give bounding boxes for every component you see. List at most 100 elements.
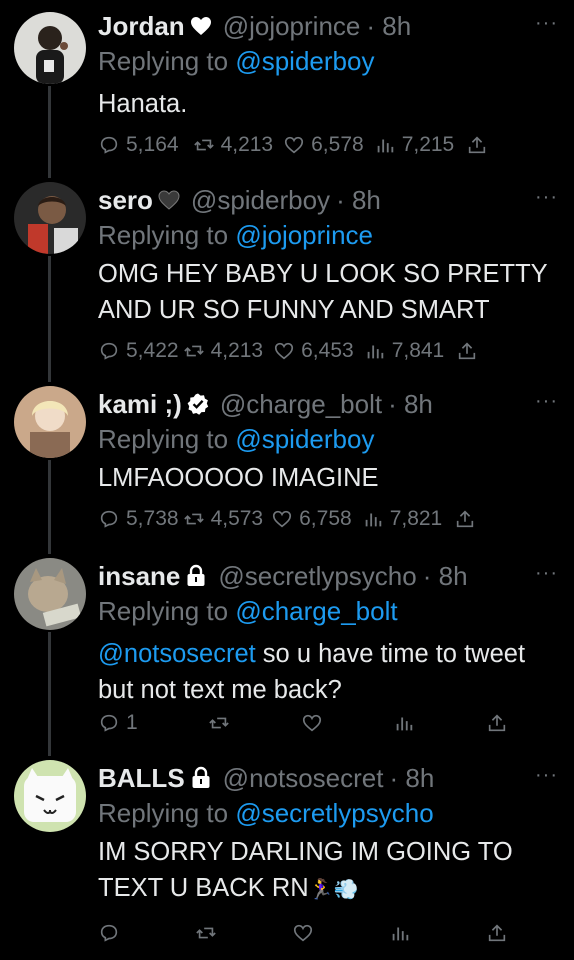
avatar[interactable] bbox=[14, 760, 86, 832]
replying-to: Replying to @spiderboy bbox=[98, 422, 564, 456]
share-button[interactable] bbox=[454, 508, 476, 530]
reply-mention-link[interactable]: @charge_bolt bbox=[235, 596, 397, 626]
tweet-text: @notsosecret so u have time to tweet but… bbox=[98, 636, 564, 708]
handle[interactable]: @secretlypsycho bbox=[218, 561, 416, 592]
views-button[interactable]: 7,841 bbox=[364, 339, 444, 363]
avatar[interactable] bbox=[14, 386, 86, 458]
views-icon bbox=[377, 139, 393, 153]
more-options-icon[interactable]: ··· bbox=[535, 764, 558, 787]
reply-icon bbox=[100, 924, 118, 942]
display-name[interactable]: BALLS bbox=[98, 763, 185, 794]
tweet-text: Hanata. bbox=[98, 90, 188, 118]
handle[interactable]: @charge_bolt bbox=[220, 389, 382, 420]
heart-icon bbox=[275, 342, 294, 360]
reply-count: 5,164 bbox=[126, 133, 179, 156]
reply-button[interactable] bbox=[98, 922, 120, 944]
views-button[interactable] bbox=[389, 922, 411, 944]
views-count: 7,215 bbox=[401, 133, 455, 156]
retweet-button[interactable]: 4,213 bbox=[193, 133, 273, 157]
avatar[interactable] bbox=[14, 558, 86, 630]
retweet-button[interactable]: 4,213 bbox=[183, 339, 264, 363]
retweet-icon bbox=[196, 927, 216, 939]
retweet-count: 4,573 bbox=[210, 507, 264, 530]
share-icon bbox=[488, 714, 506, 732]
display-name[interactable]: sero bbox=[98, 185, 153, 216]
reply-button[interactable]: 5,738 bbox=[98, 507, 179, 531]
display-name[interactable]: kami ;) bbox=[98, 389, 182, 420]
reply-icon bbox=[100, 136, 118, 154]
handle[interactable]: @notsosecret bbox=[223, 763, 384, 794]
replying-to-label: Replying to bbox=[98, 596, 229, 626]
more-options-icon[interactable]: ··· bbox=[535, 12, 558, 35]
reply-mention-link[interactable]: @secretlypsycho bbox=[235, 798, 433, 828]
timestamp[interactable]: · 8h bbox=[423, 561, 468, 592]
text-mention-link[interactable]: @notsosecret bbox=[98, 640, 256, 668]
replying-to-label: Replying to bbox=[98, 46, 229, 76]
avatar[interactable] bbox=[14, 12, 86, 84]
handle[interactable]: @jojoprince bbox=[223, 11, 361, 42]
tweet[interactable]: sero @spiderboy · 8h Replying to @jojopr… bbox=[0, 182, 574, 372]
timestamp[interactable]: · 8h bbox=[366, 11, 411, 42]
timestamp[interactable]: · 8h bbox=[388, 389, 433, 420]
tweet[interactable]: Jordan @jojoprince · 8h Replying to @spi… bbox=[0, 8, 574, 168]
share-icon bbox=[488, 924, 506, 942]
share-button[interactable] bbox=[486, 712, 508, 734]
views-icon bbox=[365, 513, 381, 527]
share-icon bbox=[457, 510, 474, 528]
reply-mention-link[interactable]: @jojoprince bbox=[235, 220, 373, 250]
tweet-text-body: IM SORRY DARLING IM GOING TO TEXT U BACK… bbox=[98, 838, 513, 902]
like-button[interactable]: 6,453 bbox=[273, 339, 354, 363]
like-button[interactable]: 6,758 bbox=[271, 507, 352, 531]
more-options-icon[interactable]: ··· bbox=[535, 562, 558, 585]
replying-to: Replying to @spiderboy bbox=[98, 44, 564, 78]
tweet[interactable]: BALLS @notsosecret · 8h Replying to @sec… bbox=[0, 760, 574, 954]
retweet-count: 4,213 bbox=[210, 339, 264, 362]
black-heart-icon bbox=[189, 14, 213, 38]
views-button[interactable]: 7,215 bbox=[374, 133, 455, 157]
more-options-icon[interactable]: ··· bbox=[535, 186, 558, 209]
views-button[interactable]: 7,821 bbox=[362, 507, 443, 531]
timestamp[interactable]: · 8h bbox=[336, 185, 381, 216]
avatar[interactable] bbox=[14, 182, 86, 254]
more-options-icon[interactable]: ··· bbox=[535, 390, 558, 413]
like-count: 6,758 bbox=[299, 507, 352, 530]
lock-icon bbox=[184, 564, 208, 588]
reply-mention-link[interactable]: @spiderboy bbox=[235, 46, 374, 76]
share-button[interactable] bbox=[456, 340, 478, 362]
views-icon bbox=[367, 345, 383, 359]
share-button[interactable] bbox=[486, 922, 508, 944]
views-button[interactable] bbox=[393, 712, 415, 734]
like-button[interactable]: 6,578 bbox=[283, 133, 364, 157]
share-button[interactable] bbox=[466, 134, 488, 156]
retweet-button[interactable] bbox=[208, 712, 230, 734]
tweet-text: IM SORRY DARLING IM GOING TO TEXT U BACK… bbox=[98, 834, 564, 908]
replying-to-label: Replying to bbox=[98, 424, 229, 454]
retweet-button[interactable] bbox=[195, 922, 217, 944]
reply-icon bbox=[100, 510, 118, 528]
views-count: 7,821 bbox=[389, 507, 443, 530]
timestamp[interactable]: · 8h bbox=[389, 763, 434, 794]
replying-to-label: Replying to bbox=[98, 798, 229, 828]
like-button[interactable] bbox=[301, 712, 323, 734]
tweet[interactable]: insane @secretlypsycho · 8h Replying to … bbox=[0, 558, 574, 744]
running-dash-emoji-icon: 🏃‍♀️💨 bbox=[308, 879, 359, 901]
reply-mention-link[interactable]: @spiderboy bbox=[235, 424, 374, 454]
tweet-text: OMG HEY BABY U LOOK SO PRETTY AND UR SO … bbox=[98, 260, 548, 324]
reply-button[interactable]: 5,422 bbox=[98, 339, 179, 363]
like-button[interactable] bbox=[292, 922, 314, 944]
verified-icon bbox=[186, 392, 210, 416]
reply-count: 5,738 bbox=[126, 507, 179, 530]
display-name[interactable]: insane bbox=[98, 561, 180, 592]
reply-button[interactable]: 1 bbox=[98, 711, 138, 735]
retweet-button[interactable]: 4,573 bbox=[183, 507, 264, 531]
lock-icon bbox=[189, 766, 213, 790]
replying-to-label: Replying to bbox=[98, 220, 229, 250]
reply-button[interactable]: 5,164 bbox=[98, 133, 179, 157]
handle[interactable]: @spiderboy bbox=[191, 185, 330, 216]
display-name[interactable]: Jordan bbox=[98, 11, 185, 42]
tweet[interactable]: kami ;) @charge_bolt · 8h Replying to @s… bbox=[0, 386, 574, 536]
retweet-icon bbox=[193, 139, 214, 151]
share-icon bbox=[469, 136, 486, 154]
views-icon bbox=[392, 927, 409, 941]
reply-icon bbox=[100, 714, 118, 732]
